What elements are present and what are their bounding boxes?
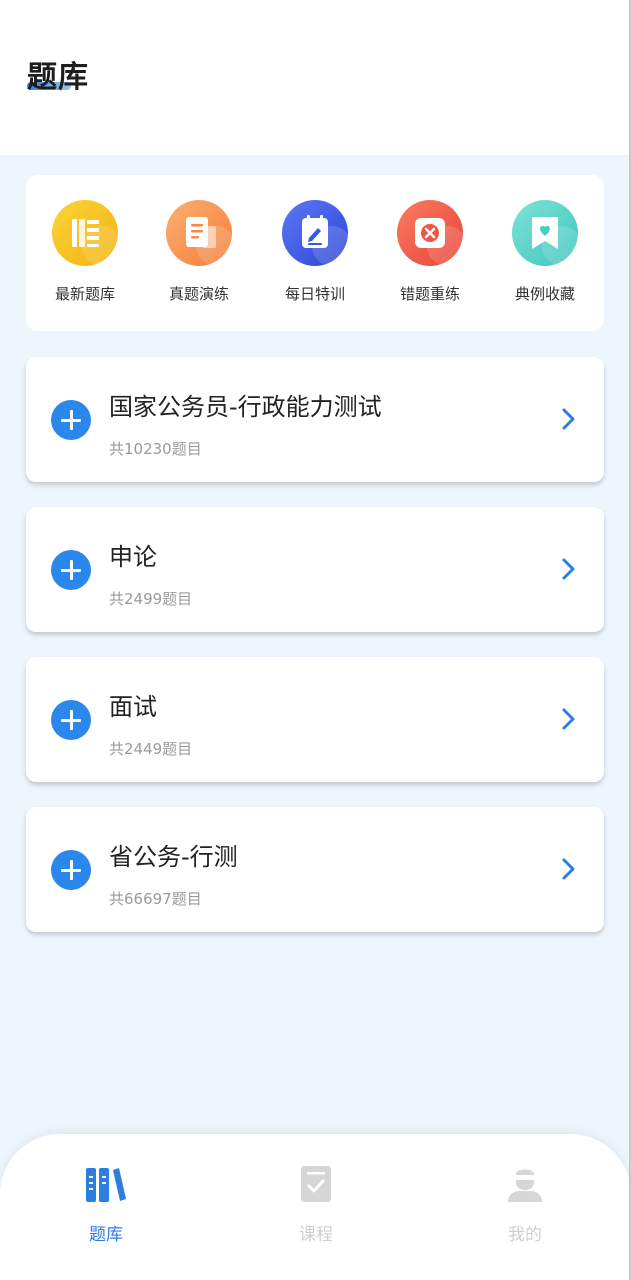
quick-action-past-exams[interactable]: 真题演练 — [149, 200, 249, 304]
chevron-right-icon[interactable] — [556, 407, 580, 431]
subject-name: 国家公务员-行政能力测试 — [109, 393, 382, 421]
chevron-right-icon[interactable] — [556, 857, 580, 881]
tab-label: 课程 — [299, 1225, 333, 1245]
edit-note-icon — [282, 200, 348, 266]
header: 题库 — [0, 0, 631, 155]
course-icon — [301, 1166, 331, 1202]
page-title: 题库 — [27, 60, 89, 95]
tab-label: 我的 — [508, 1225, 542, 1245]
tab-courses[interactable]: 课程 — [256, 1164, 376, 1245]
quick-action-label: 真题演练 — [168, 285, 229, 303]
error-x-icon — [397, 200, 463, 266]
quick-action-daily-training[interactable]: 每日特训 — [265, 200, 365, 304]
quick-action-favorites[interactable]: 典例收藏 — [495, 200, 595, 304]
subject-count: 共2449题目 — [109, 740, 193, 758]
subject-card[interactable]: 国家公务员-行政能力测试 共10230题目 — [26, 357, 604, 482]
quick-action-label: 每日特训 — [284, 285, 345, 303]
quick-action-label: 典例收藏 — [514, 285, 575, 303]
subject-card[interactable]: 申论 共2499题目 — [26, 507, 604, 632]
quick-action-redo-mistakes[interactable]: 错题重练 — [380, 200, 480, 304]
quick-action-label: 错题重练 — [399, 285, 460, 303]
document-icon — [166, 200, 232, 266]
add-icon[interactable] — [51, 850, 91, 890]
tab-profile[interactable]: 我的 — [465, 1164, 585, 1245]
chevron-right-icon[interactable] — [556, 557, 580, 581]
subject-count: 共66697题目 — [109, 890, 202, 908]
quick-action-latest-bank[interactable]: 最新题库 — [35, 200, 135, 304]
quick-action-label: 最新题库 — [54, 285, 115, 303]
tab-question-bank[interactable]: 题库 — [46, 1164, 166, 1245]
tab-label: 题库 — [89, 1225, 123, 1245]
subject-name: 面试 — [109, 693, 157, 721]
chevron-right-icon[interactable] — [556, 707, 580, 731]
subject-count: 共2499题目 — [109, 590, 193, 608]
subject-count: 共10230题目 — [109, 440, 202, 458]
subject-name: 申论 — [109, 543, 157, 571]
add-icon[interactable] — [51, 550, 91, 590]
question-bank-icon — [86, 1168, 126, 1202]
bookmark-heart-icon — [512, 200, 578, 266]
book-list-icon — [52, 200, 118, 266]
subject-name: 省公务-行测 — [109, 843, 238, 871]
quick-actions-card: 最新题库 真题演练 每日特训 错题重练 典例收藏 — [26, 175, 604, 331]
profile-icon — [508, 1169, 542, 1202]
subject-card[interactable]: 面试 共2449题目 — [26, 657, 604, 782]
subject-card[interactable]: 省公务-行测 共66697题目 — [26, 807, 604, 932]
add-icon[interactable] — [51, 700, 91, 740]
add-icon[interactable] — [51, 400, 91, 440]
bottom-tab-bar: 题库 课程 我的 — [0, 1134, 631, 1280]
